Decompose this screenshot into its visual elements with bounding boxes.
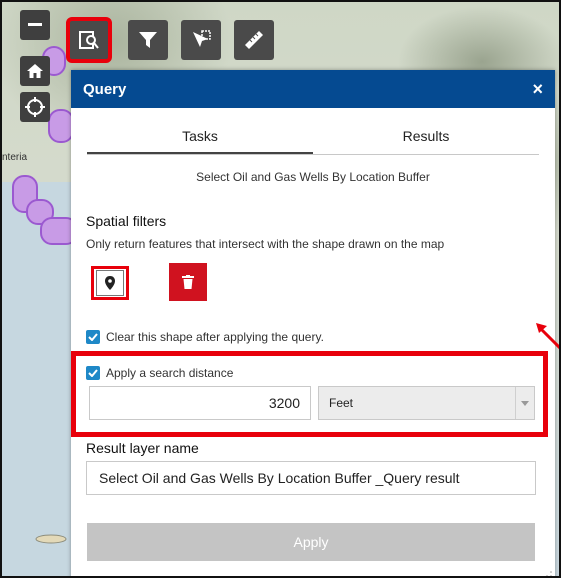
panel-title: Query — [83, 80, 127, 98]
tab-results[interactable]: Results — [313, 128, 539, 154]
zoom-out-button[interactable] — [20, 10, 50, 40]
result-layer-input[interactable]: Select Oil and Gas Wells By Location Buf… — [86, 461, 536, 495]
filter-icon — [139, 32, 157, 48]
measure-tool-button[interactable] — [234, 20, 274, 60]
spatial-filters-title: Spatial filters — [86, 213, 167, 229]
draw-button-face — [96, 270, 124, 296]
clear-shape-label: Clear this shape after applying the quer… — [106, 330, 324, 344]
spatial-filters-description: Only return features that intersect with… — [86, 237, 445, 251]
panel-header: Query × — [71, 70, 555, 108]
resize-handle-icon[interactable] — [545, 570, 553, 578]
check-icon — [88, 333, 98, 341]
home-icon — [27, 64, 43, 78]
annotation-arrow — [536, 323, 559, 350]
query-tool-button[interactable] — [66, 17, 112, 63]
query-icon — [79, 31, 99, 49]
apply-button[interactable]: Apply — [87, 523, 535, 561]
highlight-box — [71, 351, 548, 437]
tab-bar: Tasks Results — [87, 128, 539, 155]
select-icon — [193, 30, 211, 47]
screen-frame: nteria Query × Tasks Results Select Oil … — [0, 0, 561, 578]
clear-shape-button[interactable] — [169, 263, 207, 301]
close-button[interactable]: × — [532, 79, 543, 100]
map-pin-icon — [105, 276, 115, 290]
trash-icon — [182, 275, 194, 289]
clear-shape-option[interactable]: Clear this shape after applying the quer… — [86, 330, 324, 344]
draw-shape-button[interactable] — [91, 266, 129, 300]
result-layer-title: Result layer name — [86, 440, 199, 456]
select-tool-button[interactable] — [181, 20, 221, 60]
ruler-icon — [245, 31, 263, 49]
map-place-label: nteria — [2, 152, 28, 163]
filter-tool-button[interactable] — [128, 20, 168, 60]
map-island — [35, 534, 67, 544]
crosshair-icon — [25, 97, 45, 117]
tab-tasks[interactable]: Tasks — [87, 128, 313, 154]
home-button[interactable] — [20, 56, 50, 86]
minus-icon — [28, 23, 42, 26]
task-name: Select Oil and Gas Wells By Location Buf… — [196, 170, 430, 184]
locate-button[interactable] — [20, 92, 50, 122]
query-panel: Query × Tasks Results Select Oil and Gas… — [71, 70, 555, 578]
clear-shape-checkbox[interactable] — [86, 330, 100, 344]
